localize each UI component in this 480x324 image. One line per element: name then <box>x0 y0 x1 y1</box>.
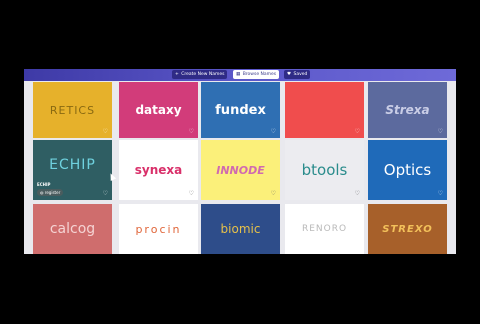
globe-icon: ◍ <box>40 190 44 195</box>
create-names-button[interactable]: + Create New Names <box>172 70 228 79</box>
name-card[interactable]: RETICS ♡ <box>33 82 112 138</box>
name-card[interactable]: STREXO <box>368 204 447 254</box>
browse-names-button[interactable]: ▦ Browse Names <box>233 70 280 79</box>
name-logo: calcog <box>49 221 96 237</box>
hover-name-label: ECHIP <box>37 182 51 187</box>
name-card[interactable]: btools ♡ <box>285 140 364 200</box>
name-logo: procin <box>135 222 182 236</box>
favorite-heart-icon[interactable]: ♡ <box>438 129 443 135</box>
favorite-heart-icon[interactable]: ♡ <box>189 129 194 135</box>
plus-icon: + <box>175 72 179 77</box>
name-card[interactable]: calcog <box>33 204 112 254</box>
name-logo: Strexa <box>385 103 430 117</box>
name-card[interactable]: biomic <box>201 204 280 254</box>
favorite-heart-icon[interactable]: ♡ <box>103 191 108 197</box>
name-logo: fundex <box>215 102 266 118</box>
name-card[interactable]: procin <box>119 204 198 254</box>
name-card[interactable]: dataxy ♡ <box>119 82 198 138</box>
heart-icon: ♥ <box>287 72 292 77</box>
favorite-heart-icon[interactable]: ♡ <box>355 191 360 197</box>
saved-button[interactable]: ♥ Saved <box>284 70 311 79</box>
name-logo: STREXO <box>382 223 433 235</box>
register-button[interactable]: ◍ register <box>37 189 64 196</box>
favorite-heart-icon[interactable]: ♡ <box>271 191 276 197</box>
name-logo: dataxy <box>135 103 182 117</box>
name-card[interactable]: Strexa ♡ <box>368 82 447 138</box>
name-logo: btools <box>301 161 348 179</box>
favorite-heart-icon[interactable]: ♡ <box>438 191 443 197</box>
name-logo: RENORO <box>301 224 348 234</box>
browse-names-label: Browse Names <box>242 72 277 77</box>
name-card[interactable]: INNODE ♡ <box>201 140 280 200</box>
favorite-heart-icon[interactable]: ♡ <box>355 129 360 135</box>
saved-label: Saved <box>293 72 308 77</box>
name-card[interactable]: ♡ <box>285 82 364 138</box>
name-logo: Optics <box>383 161 432 179</box>
name-card-grid: RETICS ♡ dataxy ♡ fundex ♡ ♡ Strexa ♡ EC… <box>24 82 456 254</box>
favorite-heart-icon[interactable]: ♡ <box>271 129 276 135</box>
name-card[interactable]: Optics ♡ <box>368 140 447 200</box>
name-card-hovered[interactable]: ECHIP ECHIP ◍ register ♡ <box>33 140 112 200</box>
create-names-label: Create New Names <box>181 72 225 77</box>
top-nav-bar: + Create New Names ▦ Browse Names ♥ Save… <box>24 69 456 81</box>
name-card[interactable]: synexa ♡ <box>119 140 198 200</box>
register-label: register <box>44 190 61 195</box>
name-logo: RETICS <box>49 103 96 117</box>
name-logo: INNODE <box>216 163 265 177</box>
name-logo: biomic <box>220 222 261 236</box>
name-card[interactable]: fundex ♡ <box>201 82 280 138</box>
name-logo: synexa <box>134 163 183 177</box>
name-logo: ECHIP <box>49 157 96 173</box>
name-card[interactable]: RENORO <box>285 204 364 254</box>
favorite-heart-icon[interactable]: ♡ <box>189 191 194 197</box>
app-window: + Create New Names ▦ Browse Names ♥ Save… <box>24 69 456 254</box>
grid-icon: ▦ <box>236 72 241 77</box>
favorite-heart-icon[interactable]: ♡ <box>103 129 108 135</box>
